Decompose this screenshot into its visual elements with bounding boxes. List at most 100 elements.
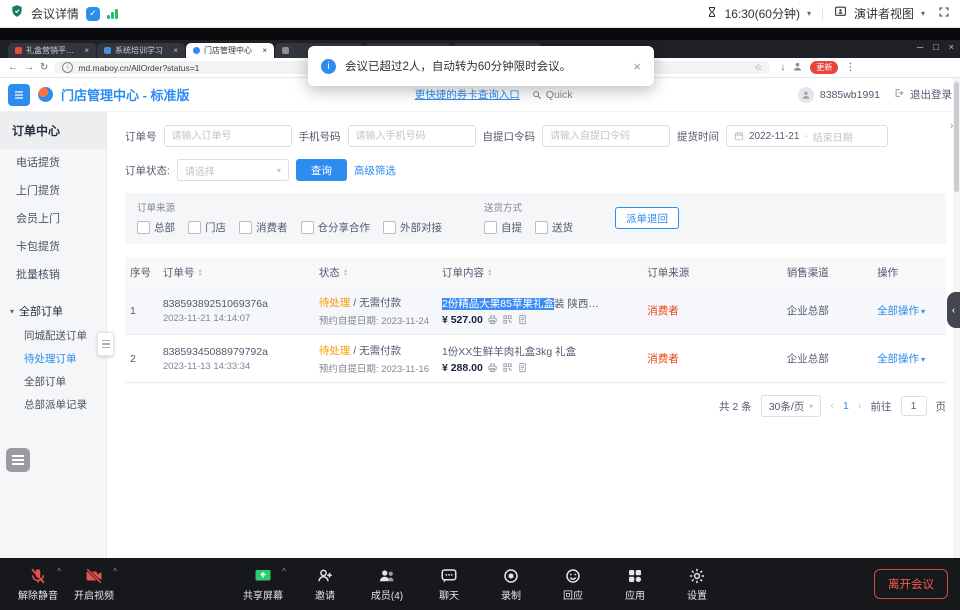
table-row[interactable]: 2 83859345088979792a 2023-11-13 14:33:34…: [125, 335, 946, 383]
coupon-query-link[interactable]: 更快捷的券卡查询入口: [415, 87, 520, 102]
toolbar-share-screen-button[interactable]: ^ 共享屏幕: [237, 567, 289, 602]
meeting-timer[interactable]: 16:30(60分钟): [725, 5, 800, 22]
view-mode-selector[interactable]: 演讲者视图: [854, 5, 914, 22]
th-order-no[interactable]: 订单号▲▼: [158, 265, 314, 280]
bookmark-star-icon[interactable]: ☆: [754, 62, 762, 73]
browser-tab-active[interactable]: 门店管理中心 ×: [186, 43, 274, 58]
row-action-dropdown[interactable]: 全部操作: [877, 305, 919, 317]
sidebar-collapse-handle[interactable]: [97, 332, 114, 356]
sort-icon[interactable]: ▲▼: [487, 269, 492, 277]
floating-list-button[interactable]: [6, 448, 30, 472]
kebab-menu-icon[interactable]: ⋮: [845, 62, 855, 73]
forward-icon[interactable]: →: [24, 62, 34, 73]
meeting-detail-label[interactable]: 会议详情: [31, 5, 79, 22]
scrollbar-thumb[interactable]: [954, 82, 959, 192]
search-button[interactable]: 查询: [296, 159, 347, 181]
view-dropdown-caret[interactable]: ▾: [921, 9, 925, 18]
phone-input[interactable]: [348, 125, 476, 147]
sidebar-item-pending-orders[interactable]: 待处理订单: [0, 348, 106, 371]
toolbar-unmute-button[interactable]: ^ 解除静音: [12, 567, 64, 602]
checkbox-delivery[interactable]: 送货: [535, 220, 573, 235]
pickup-code-input[interactable]: [542, 125, 670, 147]
order-status-select[interactable]: 请选择 ▾: [177, 159, 289, 181]
toolbar-members-button[interactable]: 成员(4): [361, 567, 413, 602]
share-expand-caret[interactable]: ^: [282, 567, 286, 576]
toolbar-start-video-button[interactable]: ^ 开启视频: [68, 567, 120, 602]
toast-close-icon[interactable]: ×: [633, 59, 641, 74]
security-check-badge[interactable]: ✓: [86, 7, 100, 21]
sidebar-item-phone-pickup[interactable]: 电话提货: [0, 149, 106, 177]
order-no-input[interactable]: [164, 125, 292, 147]
row-action-dropdown[interactable]: 全部操作: [877, 353, 919, 365]
quick-search[interactable]: Quick: [532, 89, 573, 101]
toolbar-record-button[interactable]: 录制: [485, 567, 537, 602]
next-page-button[interactable]: ›: [858, 400, 862, 412]
checkbox-label: 总部: [154, 220, 175, 235]
hamburger-menu-icon[interactable]: [8, 84, 30, 106]
browser-tab[interactable]: 礼盒营销平台管理中心 ×: [8, 43, 96, 58]
page-size-select[interactable]: 30条/页 ▾: [761, 395, 822, 417]
checkbox-self-pickup[interactable]: 自提: [484, 220, 522, 235]
toolbar-apps-button[interactable]: 应用: [609, 567, 661, 602]
browser-tab[interactable]: 系统培训学习 ×: [97, 43, 185, 58]
checkbox-source-hq[interactable]: 总部: [137, 220, 175, 235]
dispatch-return-button[interactable]: 派单退回: [615, 207, 679, 229]
window-maximize-icon[interactable]: □: [933, 42, 938, 52]
site-info-icon[interactable]: i: [62, 62, 73, 73]
table-row[interactable]: 1 83859389251069376a 2023-11-21 14:14:07…: [125, 287, 946, 335]
tab-close-icon[interactable]: ×: [262, 46, 267, 55]
sidebar-item-member-visit[interactable]: 会员上门: [0, 205, 106, 233]
qr-code-icon[interactable]: [502, 362, 513, 373]
sidebar-item-door-pickup[interactable]: 上门提货: [0, 177, 106, 205]
sort-icon[interactable]: ▲▼: [197, 269, 202, 277]
sidebar-item-all-orders[interactable]: 全部订单: [0, 371, 106, 394]
checkbox-source-consumer[interactable]: 消费者: [239, 220, 288, 235]
goto-page-input[interactable]: [901, 396, 927, 416]
toolbar-react-button[interactable]: 回应: [547, 567, 599, 602]
chevron-down-icon: ▾: [921, 355, 925, 364]
refresh-icon[interactable]: ↻: [40, 62, 48, 73]
window-close-icon[interactable]: ×: [949, 42, 954, 52]
back-icon[interactable]: ←: [8, 62, 18, 73]
fullscreen-icon[interactable]: [938, 5, 950, 23]
mic-off-icon: [29, 567, 47, 585]
print-icon[interactable]: [487, 362, 498, 373]
sidebar-item-hq-dispatch-log[interactable]: 总部派单记录: [0, 394, 106, 417]
th-status[interactable]: 状态▲▼: [314, 265, 437, 280]
tab-close-icon[interactable]: ×: [173, 46, 178, 55]
document-icon[interactable]: [517, 314, 528, 325]
timer-dropdown-caret[interactable]: ▾: [807, 9, 811, 18]
logout-button[interactable]: 退出登录: [910, 87, 952, 102]
sort-icon[interactable]: ▲▼: [343, 269, 348, 277]
document-icon[interactable]: [517, 362, 528, 373]
sidebar-item-batch-verify[interactable]: 批量核销: [0, 261, 106, 289]
sidebar-group-all-orders[interactable]: ▾ 全部订单: [0, 297, 106, 325]
tab-close-icon[interactable]: ×: [84, 46, 89, 55]
print-icon[interactable]: [487, 314, 498, 325]
checkbox-source-external[interactable]: 外部对接: [383, 220, 442, 235]
window-minimize-icon[interactable]: ─: [917, 42, 923, 52]
delivery-method-label: 送货方式: [484, 200, 573, 214]
order-time: 2023-11-21 14:14:07: [163, 313, 309, 324]
toolbar-invite-button[interactable]: 邀请: [299, 567, 351, 602]
sidebar-item-city-delivery[interactable]: 同城配送订单: [0, 325, 106, 348]
th-content[interactable]: 订单内容▲▼: [437, 265, 642, 280]
toolbar-settings-button[interactable]: 设置: [671, 567, 723, 602]
date-range-picker[interactable]: 2022-11-21 - 结束日期: [726, 125, 888, 147]
browser-avatar-icon[interactable]: [792, 61, 803, 75]
download-icon[interactable]: ↓: [780, 62, 785, 73]
current-page[interactable]: 1: [843, 400, 849, 412]
checkbox-source-coop[interactable]: 仓分享合作: [301, 220, 371, 235]
video-expand-caret[interactable]: ^: [113, 567, 117, 576]
browser-update-badge[interactable]: 更新: [810, 61, 838, 74]
advanced-filter-link[interactable]: 高级筛选: [354, 163, 396, 178]
leave-meeting-button[interactable]: 离开会议: [874, 569, 948, 599]
side-panel-toggle[interactable]: ‹: [947, 292, 960, 328]
prev-page-button[interactable]: ‹: [830, 400, 834, 412]
toolbar-chat-button[interactable]: 聊天: [423, 567, 475, 602]
sidebar-item-card-pickup[interactable]: 卡包提货: [0, 233, 106, 261]
checkbox-source-store[interactable]: 门店: [188, 220, 226, 235]
mute-expand-caret[interactable]: ^: [57, 567, 61, 576]
qr-code-icon[interactable]: [502, 314, 513, 325]
user-avatar[interactable]: [798, 87, 814, 103]
